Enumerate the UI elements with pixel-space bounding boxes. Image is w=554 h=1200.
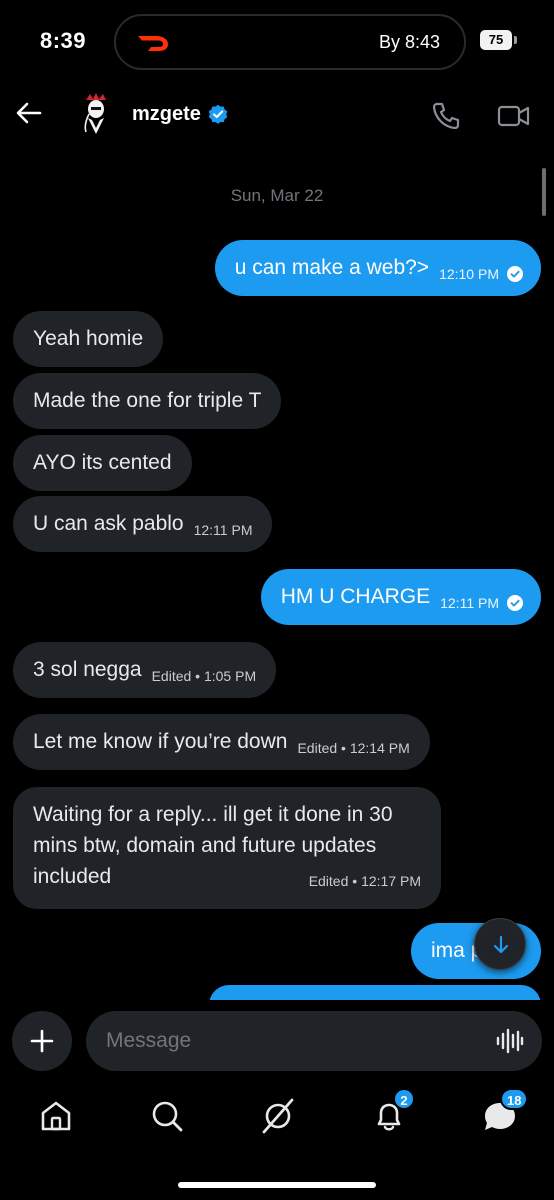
voice-message-icon[interactable] — [496, 1027, 524, 1055]
message-field-container — [86, 1011, 542, 1071]
home-indicator[interactable] — [178, 1182, 376, 1188]
message-timestamp: 12:11 PM — [193, 522, 253, 538]
dynamic-island-live-activity[interactable]: By 8:43 — [114, 14, 466, 70]
notifications-tab[interactable]: 2 — [369, 1088, 415, 1136]
message-text: 3 sol negga — [33, 658, 142, 681]
delivery-eta: By 8:43 — [378, 32, 440, 52]
message-edited-timestamp: Edited • 1:05 PM — [151, 668, 257, 684]
message-text: HM U CHARGE — [280, 585, 431, 608]
plus-icon — [30, 1029, 54, 1053]
message-text: Made the one for triple T — [33, 389, 262, 412]
read-receipt-icon — [507, 595, 523, 611]
chat-header: mzgete — [0, 84, 554, 148]
chat-username[interactable]: mzgete — [132, 103, 201, 126]
message-text: u can make a web?> — [234, 256, 430, 279]
home-icon[interactable] — [36, 1096, 76, 1136]
date-separator: Sun, Mar 22 — [230, 186, 324, 205]
message-text: Let me know if you’re down — [33, 730, 288, 753]
message-bubble-incoming[interactable]: AYO its cented — [13, 435, 192, 491]
message-text: U can ask pablo — [33, 512, 184, 535]
message-bubble-incoming[interactable]: 3 sol negga Edited • 1:05 PM — [13, 642, 277, 698]
message-composer — [0, 1000, 554, 1080]
message-bubble-outgoing[interactable]: HM U CHARGE 12:11 PM — [260, 569, 541, 625]
scroll-to-bottom-button[interactable] — [474, 918, 526, 970]
back-arrow-icon[interactable] — [14, 98, 44, 128]
search-icon[interactable] — [147, 1096, 187, 1136]
message-bubble-incoming[interactable]: Let me know if you’re down Edited • 12:1… — [13, 714, 430, 770]
video-call-icon[interactable] — [497, 101, 531, 131]
battery-indicator: 75 — [480, 30, 517, 50]
notification-count-badge: 2 — [393, 1088, 415, 1110]
read-receipt-icon — [507, 266, 523, 282]
messages-tab[interactable]: 18 — [480, 1088, 529, 1136]
messages-count-badge: 18 — [500, 1088, 529, 1110]
message-text: Yeah homie — [33, 327, 144, 350]
doordash-icon — [138, 36, 168, 51]
message-bubble-incoming[interactable]: Yeah homie — [13, 311, 164, 367]
message-bubble-incoming[interactable]: Made the one for triple T — [13, 373, 282, 429]
status-bar: 8:39 By 8:43 75 — [0, 0, 554, 84]
message-text: AYO its cented — [33, 451, 172, 474]
arrow-down-icon — [493, 935, 509, 954]
message-timestamp: 12:11 PM — [440, 595, 499, 611]
message-bubble-outgoing[interactable]: u can make a web?> 12:10 PM — [214, 240, 541, 296]
avatar[interactable] — [76, 90, 116, 136]
phone-call-icon[interactable] — [431, 101, 461, 131]
status-time: 8:39 — [40, 28, 87, 53]
message-timestamp: 12:10 PM — [439, 266, 499, 282]
attach-button[interactable] — [12, 1011, 72, 1071]
verified-badge-icon — [208, 104, 228, 124]
message-bubble-incoming[interactable]: U can ask pablo 12:11 PM — [13, 496, 273, 552]
message-bubble-incoming[interactable]: Waiting for a reply... ill get it done i… — [13, 787, 441, 909]
message-input[interactable] — [106, 1011, 486, 1071]
message-edited-timestamp: Edited • 12:14 PM — [297, 740, 410, 756]
bottom-navigation: 2 18 — [0, 1080, 554, 1200]
grok-icon[interactable] — [258, 1096, 298, 1136]
